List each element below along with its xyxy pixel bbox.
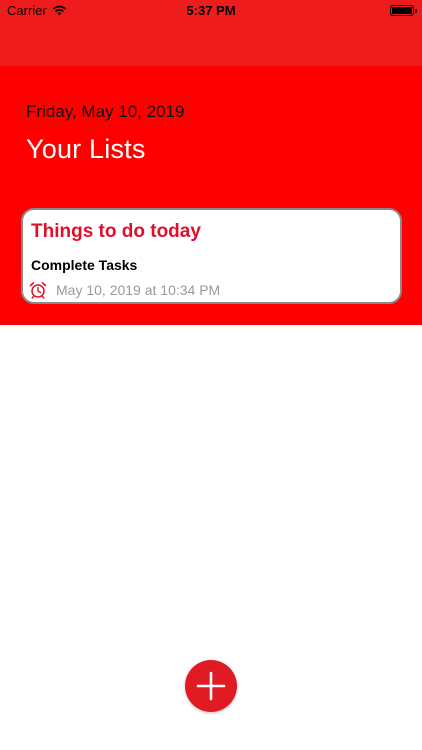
alarm-clock-icon: [29, 282, 47, 299]
current-date: Friday, May 10, 2019: [26, 102, 185, 121]
list-task: Complete Tasks: [31, 257, 138, 273]
list-reminder: May 10, 2019 at 10:34 PM: [29, 281, 220, 299]
page-title: Your Lists: [26, 134, 146, 164]
battery-icon: [390, 5, 417, 16]
navigation-bar: [0, 22, 422, 66]
lists-header: Friday, May 10, 2019 Your Lists Things t…: [0, 66, 422, 325]
screen: Carrier 5:37 PM Friday, May 10, 2019 You…: [0, 0, 422, 750]
list-title: Things to do today: [31, 221, 201, 242]
battery-level: [392, 7, 412, 14]
status-time: 5:37 PM: [186, 3, 236, 18]
battery-cap: [415, 9, 417, 13]
list-card[interactable]: Things to do today Complete Tasks May 10…: [21, 208, 402, 304]
plus-icon: [196, 671, 226, 701]
reminder-date: May 10, 2019 at 10:34 PM: [56, 282, 221, 298]
add-list-button[interactable]: [185, 660, 237, 712]
status-bar: Carrier 5:37 PM: [0, 0, 422, 22]
